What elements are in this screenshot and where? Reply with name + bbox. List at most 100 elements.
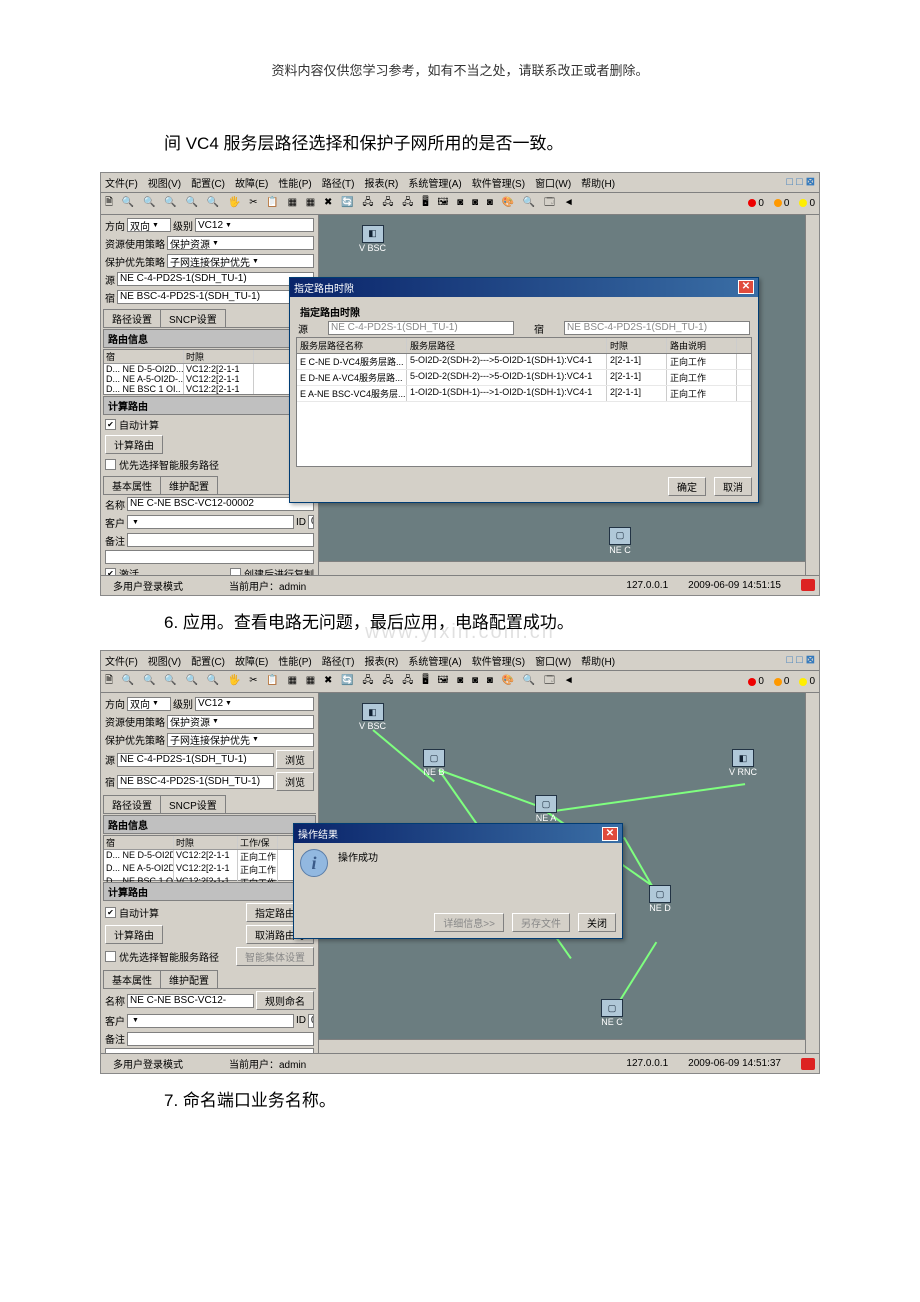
list-item[interactable]: D... NE A-5-OI2D-... xyxy=(104,374,184,384)
calc-route-button[interactable]: 计算路由 xyxy=(105,925,163,944)
dialog-cancel-button[interactable]: 取消 xyxy=(714,477,752,496)
menu-help[interactable]: 帮助(H) xyxy=(581,653,615,668)
dialog-grid: 服务层路径名称 服务层路径 时隙 路由说明 E C-NE D-VC4服务层路..… xyxy=(296,337,752,467)
menu-fault[interactable]: 故障(E) xyxy=(235,653,268,668)
tab-basic[interactable]: 基本属性 xyxy=(103,476,161,494)
node-nec[interactable]: ▢NE C xyxy=(601,999,623,1027)
menu-file[interactable]: 文件(F) xyxy=(105,653,138,668)
scrollbar-horizontal[interactable] xyxy=(319,1039,805,1053)
menu-view[interactable]: 视图(V) xyxy=(148,175,181,190)
menu-window[interactable]: 窗口(W) xyxy=(535,653,571,668)
remark-area[interactable] xyxy=(105,550,314,564)
menu-view[interactable]: 视图(V) xyxy=(148,653,181,668)
tab-path[interactable]: 路径设置 xyxy=(103,309,161,327)
status-red-count: 0 xyxy=(758,676,764,687)
table-row[interactable]: E D-NE A-VC4服务层路... 5-OI2D-2(SDH-2)--->5… xyxy=(297,370,751,386)
calc-route-title: 计算路由 xyxy=(103,882,316,901)
list-item[interactable]: D... NE A-5-OI2D-... xyxy=(104,863,174,876)
close-icon[interactable]: ✕ xyxy=(738,280,754,294)
sb-user: admin xyxy=(279,1060,306,1071)
customer-combo[interactable] xyxy=(127,1014,294,1028)
tab-maint[interactable]: 维护配置 xyxy=(160,476,218,494)
node-ned[interactable]: ▢NE D xyxy=(649,885,671,913)
resource-combo[interactable]: 保护资源 xyxy=(167,236,314,250)
level-combo[interactable]: VC12 xyxy=(195,218,314,232)
list-item[interactable]: D... NE D-5-OI2D... xyxy=(104,364,184,374)
list-item: VC12:2[2-1-1 xyxy=(184,364,254,374)
toolbar-icons[interactable]: 🗎 🔍 🔍 🔍 🔍 🔍 🖐 ✂ 📋 ▦ ▦ ✖ 🔄 🖧 🖧 🖧 🖥 🖼 ◙ ◙ … xyxy=(105,673,577,690)
menu-softmgr[interactable]: 软件管理(S) xyxy=(472,175,525,190)
customer-combo[interactable] xyxy=(127,515,294,529)
browse-button[interactable]: 浏览 xyxy=(276,772,314,791)
tab-sncp[interactable]: SNCP设置 xyxy=(160,795,226,813)
node-vbsc[interactable]: ◧V BSC xyxy=(359,703,386,731)
browse-button[interactable]: 浏览 xyxy=(276,750,314,769)
save-file-button: 另存文件 xyxy=(512,913,570,932)
protect-combo[interactable]: 子网连接保护优先 xyxy=(167,733,314,747)
close-icon[interactable]: ✕ xyxy=(602,827,618,841)
tab-maint[interactable]: 维护配置 xyxy=(160,970,218,988)
scrollbar-vertical[interactable] xyxy=(805,693,819,1053)
topology-canvas[interactable]: ◧V BSC ▢NE B ▢NE A ◧V RNC ▢NE D ▢NE C 操作… xyxy=(319,693,819,1053)
autocalc-checkbox[interactable]: ✔ xyxy=(105,907,116,918)
menu-config[interactable]: 配置(C) xyxy=(191,653,225,668)
direction-combo[interactable]: 双向 xyxy=(127,697,171,711)
menu-softmgr[interactable]: 软件管理(S) xyxy=(472,653,525,668)
tab-path[interactable]: 路径设置 xyxy=(103,795,161,813)
id-label: ID xyxy=(296,1015,306,1026)
id-field[interactable]: 0 xyxy=(308,515,314,529)
table-row[interactable]: E A-NE BSC-VC4服务层... 1-OI2D-1(SDH-1)--->… xyxy=(297,386,751,402)
menu-fault[interactable]: 故障(E) xyxy=(235,175,268,190)
dialog-ok-button[interactable]: 确定 xyxy=(668,477,706,496)
menu-report[interactable]: 报表(R) xyxy=(364,653,398,668)
scrollbar-vertical[interactable] xyxy=(805,215,819,575)
menu-help[interactable]: 帮助(H) xyxy=(581,175,615,190)
remark-field[interactable] xyxy=(127,1032,314,1046)
menu-report[interactable]: 报表(R) xyxy=(364,175,398,190)
col-work: 工作/保 xyxy=(238,836,278,849)
col-dest: 宿 xyxy=(104,836,174,849)
table-row[interactable]: E C-NE D-VC4服务层路... 5-OI2D-2(SDH-2)--->5… xyxy=(297,354,751,370)
dest-field[interactable]: NE BSC-4-PD2S-1(SDH_TU-1) xyxy=(117,775,274,789)
remark-field[interactable] xyxy=(127,533,314,547)
menu-perf[interactable]: 性能(P) xyxy=(278,175,311,190)
dest-field[interactable]: NE BSC-4-PD2S-1(SDH_TU-1) xyxy=(117,290,314,304)
menu-path[interactable]: 路径(T) xyxy=(322,653,355,668)
calc-route-button[interactable]: 计算路由 xyxy=(105,435,163,454)
smart-checkbox[interactable] xyxy=(105,951,116,962)
menu-sysmgr[interactable]: 系统管理(A) xyxy=(408,653,461,668)
list-item: VC12:2[2-1-1 xyxy=(174,863,238,876)
node-nec[interactable]: ▢NE C xyxy=(609,527,631,555)
list-item[interactable]: D... NE D-5-OI2D... xyxy=(104,850,174,863)
menu-file[interactable]: 文件(F) xyxy=(105,175,138,190)
tab-basic[interactable]: 基本属性 xyxy=(103,970,161,988)
protect-combo[interactable]: 子网连接保护优先 xyxy=(167,254,314,268)
level-combo[interactable]: VC12 xyxy=(195,697,314,711)
name-field[interactable]: NE C-NE BSC-VC12-00002 xyxy=(127,994,254,1008)
rule-name-button[interactable]: 规则命名 xyxy=(256,991,314,1010)
name-field[interactable]: NE C-NE BSC-VC12-00002 xyxy=(127,497,314,511)
list-item[interactable]: D... NE BSC 1 OI.. xyxy=(104,384,184,394)
menu-sysmgr[interactable]: 系统管理(A) xyxy=(408,175,461,190)
menu-path[interactable]: 路径(T) xyxy=(322,175,355,190)
node-vbsc[interactable]: ◧V BSC xyxy=(359,225,386,253)
autocalc-checkbox[interactable]: ✔ xyxy=(105,419,116,430)
menu-window[interactable]: 窗口(W) xyxy=(535,175,571,190)
resource-combo[interactable]: 保护资源 xyxy=(167,715,314,729)
toolbar-icons[interactable]: 🗎 🔍 🔍 🔍 🔍 🔍 🖐 ✂ 📋 ▦ ▦ ✖ 🔄 🖧 🖧 🖧 🖥 🖼 ◙ ◙ … xyxy=(105,195,577,212)
direction-combo[interactable]: 双向 xyxy=(127,218,171,232)
dlg-dst-field: NE BSC-4-PD2S-1(SDH_TU-1) xyxy=(564,321,750,335)
id-field[interactable]: 0 xyxy=(308,1014,314,1028)
node-vrnc[interactable]: ◧V RNC xyxy=(729,749,757,777)
source-field[interactable]: NE C-4-PD2S-1(SDH_TU-1) xyxy=(117,753,274,767)
close-button[interactable]: 关闭 xyxy=(578,913,616,932)
topology-canvas[interactable]: ◧V BSC ▢NE C 指定路由时隙 ✕ 指定路由时隙 源 NE C xyxy=(319,215,819,575)
menu-config[interactable]: 配置(C) xyxy=(191,175,225,190)
source-field[interactable]: NE C-4-PD2S-1(SDH_TU-1) xyxy=(117,272,314,286)
node-nea[interactable]: ▢NE A xyxy=(535,795,557,823)
node-neb[interactable]: ▢NE B xyxy=(423,749,445,777)
smart-checkbox[interactable] xyxy=(105,459,116,470)
tab-sncp[interactable]: SNCP设置 xyxy=(160,309,226,327)
scrollbar-horizontal[interactable] xyxy=(319,561,805,575)
menu-perf[interactable]: 性能(P) xyxy=(278,653,311,668)
